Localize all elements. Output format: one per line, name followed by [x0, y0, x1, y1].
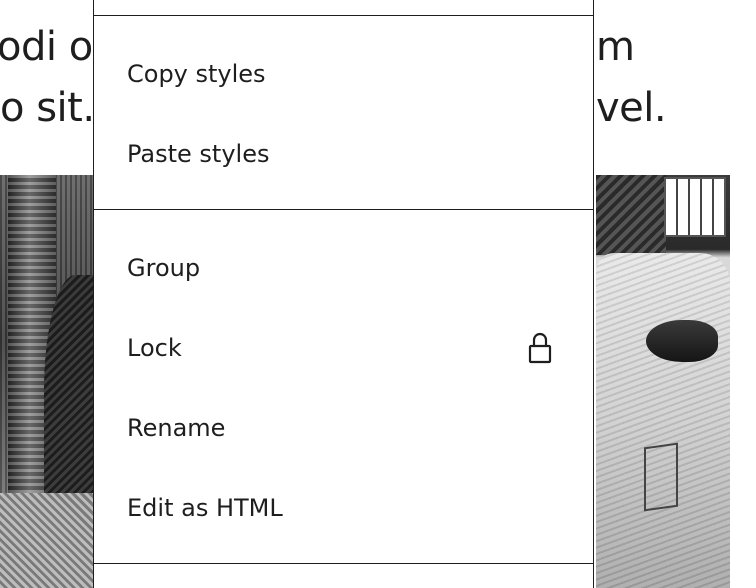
- menu-separator: [94, 563, 593, 564]
- copy-styles-menu-item[interactable]: Copy styles: [94, 44, 593, 104]
- car-mirror: [646, 320, 718, 362]
- car-body: [596, 253, 730, 588]
- building-wall: [596, 175, 666, 255]
- background-paragraph-line-2-end: vel.: [596, 85, 667, 131]
- ground-texture: [0, 493, 93, 588]
- lock-menu-item[interactable]: Lock: [94, 318, 593, 378]
- block-options-menu: Copy styles Paste styles Group Lock Rena…: [93, 0, 594, 588]
- menu-separator: [94, 209, 593, 210]
- menu-item-label: Edit as HTML: [127, 494, 283, 522]
- building-window: [664, 177, 726, 237]
- group-menu-item[interactable]: Group: [94, 238, 593, 298]
- menu-separator: [94, 15, 593, 16]
- background-paragraph-line-2: o sit.: [0, 85, 95, 131]
- menu-item-label: Rename: [127, 414, 226, 442]
- background-paragraph-line-1-end: m: [596, 24, 635, 70]
- background-paragraph-line-1: odi o: [0, 24, 93, 70]
- gallery-image-left[interactable]: [0, 175, 93, 588]
- editor-canvas: odi o o sit. m vel. Copy styles Paste st…: [0, 0, 756, 588]
- menu-item-label: Paste styles: [127, 140, 270, 168]
- menu-item-label: Lock: [127, 334, 182, 362]
- rename-menu-item[interactable]: Rename: [94, 398, 593, 458]
- menu-item-label: Group: [127, 254, 201, 282]
- gallery-image-right[interactable]: [596, 175, 730, 588]
- lock-icon: [525, 330, 555, 366]
- car-decal: [644, 442, 678, 512]
- edit-as-html-menu-item[interactable]: Edit as HTML: [94, 478, 593, 538]
- menu-item-label: Copy styles: [127, 60, 266, 88]
- paste-styles-menu-item[interactable]: Paste styles: [94, 124, 593, 184]
